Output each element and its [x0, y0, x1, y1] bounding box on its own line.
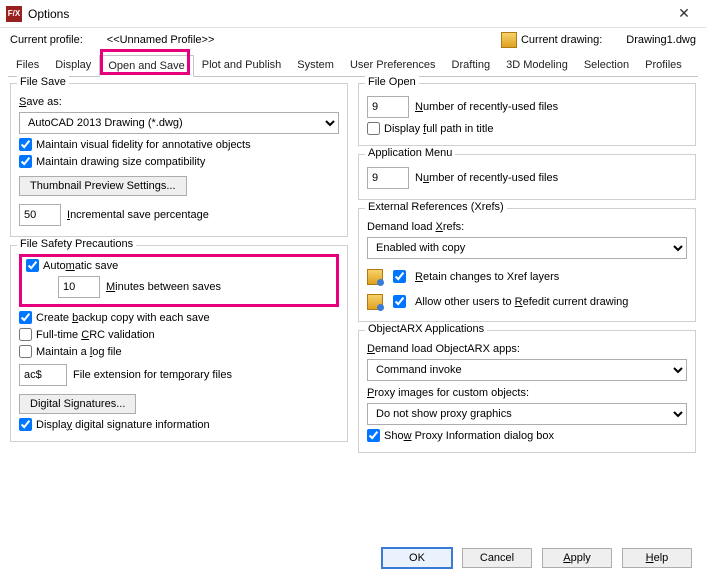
- group-file-safety: File Safety Precautions Automatic save M…: [10, 245, 348, 442]
- tab-display[interactable]: Display: [47, 55, 99, 77]
- create-backup-checkbox[interactable]: [19, 311, 32, 324]
- maintain-visual-fidelity-label: Maintain visual fidelity for annotative …: [36, 139, 251, 151]
- help-button[interactable]: Help: [622, 548, 692, 568]
- apply-button[interactable]: Apply: [542, 548, 612, 568]
- retain-xref-changes-label: Retain changes to Xref layers: [415, 271, 559, 283]
- app-menu-recent-input[interactable]: [367, 167, 409, 189]
- current-drawing-label: Current drawing:: [521, 34, 602, 46]
- tab-files[interactable]: Files: [8, 55, 47, 77]
- tab-user-preferences[interactable]: User Preferences: [342, 55, 444, 77]
- proxy-images-label: Proxy images for custom objects:: [367, 387, 529, 399]
- tab-selection[interactable]: Selection: [576, 55, 637, 77]
- ok-button[interactable]: OK: [382, 548, 452, 568]
- demand-load-arx-select[interactable]: Command invoke: [367, 359, 687, 381]
- show-proxy-dialog-checkbox[interactable]: [367, 429, 380, 442]
- group-file-open-title: File Open: [365, 76, 419, 88]
- maintain-size-checkbox[interactable]: [19, 155, 32, 168]
- tab-profiles[interactable]: Profiles: [637, 55, 690, 77]
- xref-icon: [367, 294, 383, 310]
- current-profile-label: Current profile:: [10, 34, 83, 46]
- digital-signatures-button[interactable]: Digital Signatures...: [19, 394, 136, 414]
- app-icon: F/X: [6, 6, 22, 22]
- crc-validation-checkbox[interactable]: [19, 328, 32, 341]
- close-button[interactable]: ✕: [668, 5, 700, 22]
- app-menu-recent-label: Number of recently-used files: [415, 172, 558, 184]
- maintain-log-label: Maintain a log file: [36, 346, 122, 358]
- tab-open-and-save[interactable]: Open and Save: [99, 55, 193, 77]
- display-digital-sig-label: Display digital signature information: [36, 419, 210, 431]
- group-file-save: File Save Save as: AutoCAD 2013 Drawing …: [10, 83, 348, 237]
- save-as-label: Save as:: [19, 96, 62, 108]
- crc-validation-label: Full-time CRC validation: [36, 329, 155, 341]
- group-application-menu-title: Application Menu: [365, 147, 455, 159]
- maintain-log-checkbox[interactable]: [19, 345, 32, 358]
- demand-load-xrefs-select[interactable]: Enabled with copy: [367, 237, 687, 259]
- show-proxy-dialog-label: Show Proxy Information dialog box: [384, 430, 554, 442]
- cancel-button[interactable]: Cancel: [462, 548, 532, 568]
- group-file-save-title: File Save: [17, 76, 69, 88]
- right-column: File Open Number of recently-used files …: [358, 83, 696, 453]
- minutes-between-saves-label: Minutes between saves: [106, 281, 221, 293]
- highlight-autosave: Automatic save Minutes between saves: [19, 254, 339, 307]
- group-objectarx: ObjectARX Applications Demand load Objec…: [358, 330, 696, 453]
- content: File Save Save as: AutoCAD 2013 Drawing …: [0, 77, 706, 459]
- tab-drafting[interactable]: Drafting: [444, 55, 499, 77]
- maintain-size-label: Maintain drawing size compatibility: [36, 156, 205, 168]
- incremental-save-input[interactable]: [19, 204, 61, 226]
- dialog-buttons: OK Cancel Apply Help: [382, 548, 692, 568]
- temp-file-ext-label: File extension for temporary files: [73, 369, 232, 381]
- titlebar: F/X Options ✕: [0, 0, 706, 28]
- temp-file-ext-input[interactable]: [19, 364, 67, 386]
- allow-refedit-label: Allow other users to Refedit current dra…: [415, 296, 628, 308]
- window-title: Options: [28, 7, 668, 21]
- file-open-recent-label: Number of recently-used files: [415, 101, 558, 113]
- create-backup-label: Create backup copy with each save: [36, 312, 210, 324]
- drawing-icon: [501, 32, 517, 48]
- tab-3d-modeling[interactable]: 3D Modeling: [498, 55, 576, 77]
- display-full-path-label: Display full path in title: [384, 123, 493, 135]
- profile-line: Current profile: <<Unnamed Profile>> Cur…: [0, 28, 706, 50]
- maintain-visual-fidelity-checkbox[interactable]: [19, 138, 32, 151]
- tabstrip: Files Display Open and Save Plot and Pub…: [8, 54, 698, 77]
- file-open-recent-input[interactable]: [367, 96, 409, 118]
- minutes-between-saves-input[interactable]: [58, 276, 100, 298]
- group-file-open: File Open Number of recently-used files …: [358, 83, 696, 146]
- save-as-select[interactable]: AutoCAD 2013 Drawing (*.dwg): [19, 112, 339, 134]
- group-external-references: External References (Xrefs) Demand load …: [358, 208, 696, 322]
- current-drawing-value: Drawing1.dwg: [626, 34, 696, 46]
- group-objectarx-title: ObjectARX Applications: [365, 323, 487, 335]
- demand-load-xrefs-label: Demand load Xrefs:: [367, 221, 464, 233]
- automatic-save-label: Automatic save: [43, 260, 118, 272]
- allow-refedit-checkbox[interactable]: [393, 295, 406, 308]
- display-full-path-checkbox[interactable]: [367, 122, 380, 135]
- retain-xref-changes-checkbox[interactable]: [393, 270, 406, 283]
- group-application-menu: Application Menu Number of recently-used…: [358, 154, 696, 200]
- incremental-save-label: Incremental save percentage: [67, 209, 209, 221]
- tab-plot-and-publish[interactable]: Plot and Publish: [194, 55, 290, 77]
- left-column: File Save Save as: AutoCAD 2013 Drawing …: [10, 83, 348, 453]
- thumbnail-preview-button[interactable]: Thumbnail Preview Settings...: [19, 176, 187, 196]
- tab-system[interactable]: System: [289, 55, 342, 77]
- group-file-safety-title: File Safety Precautions: [17, 238, 136, 250]
- display-digital-sig-checkbox[interactable]: [19, 418, 32, 431]
- proxy-images-select[interactable]: Do not show proxy graphics: [367, 403, 687, 425]
- current-profile-value: <<Unnamed Profile>>: [107, 34, 215, 46]
- group-external-references-title: External References (Xrefs): [365, 201, 507, 213]
- xref-icon: [367, 269, 383, 285]
- automatic-save-checkbox[interactable]: [26, 259, 39, 272]
- demand-load-arx-label: Demand load ObjectARX apps:: [367, 343, 520, 355]
